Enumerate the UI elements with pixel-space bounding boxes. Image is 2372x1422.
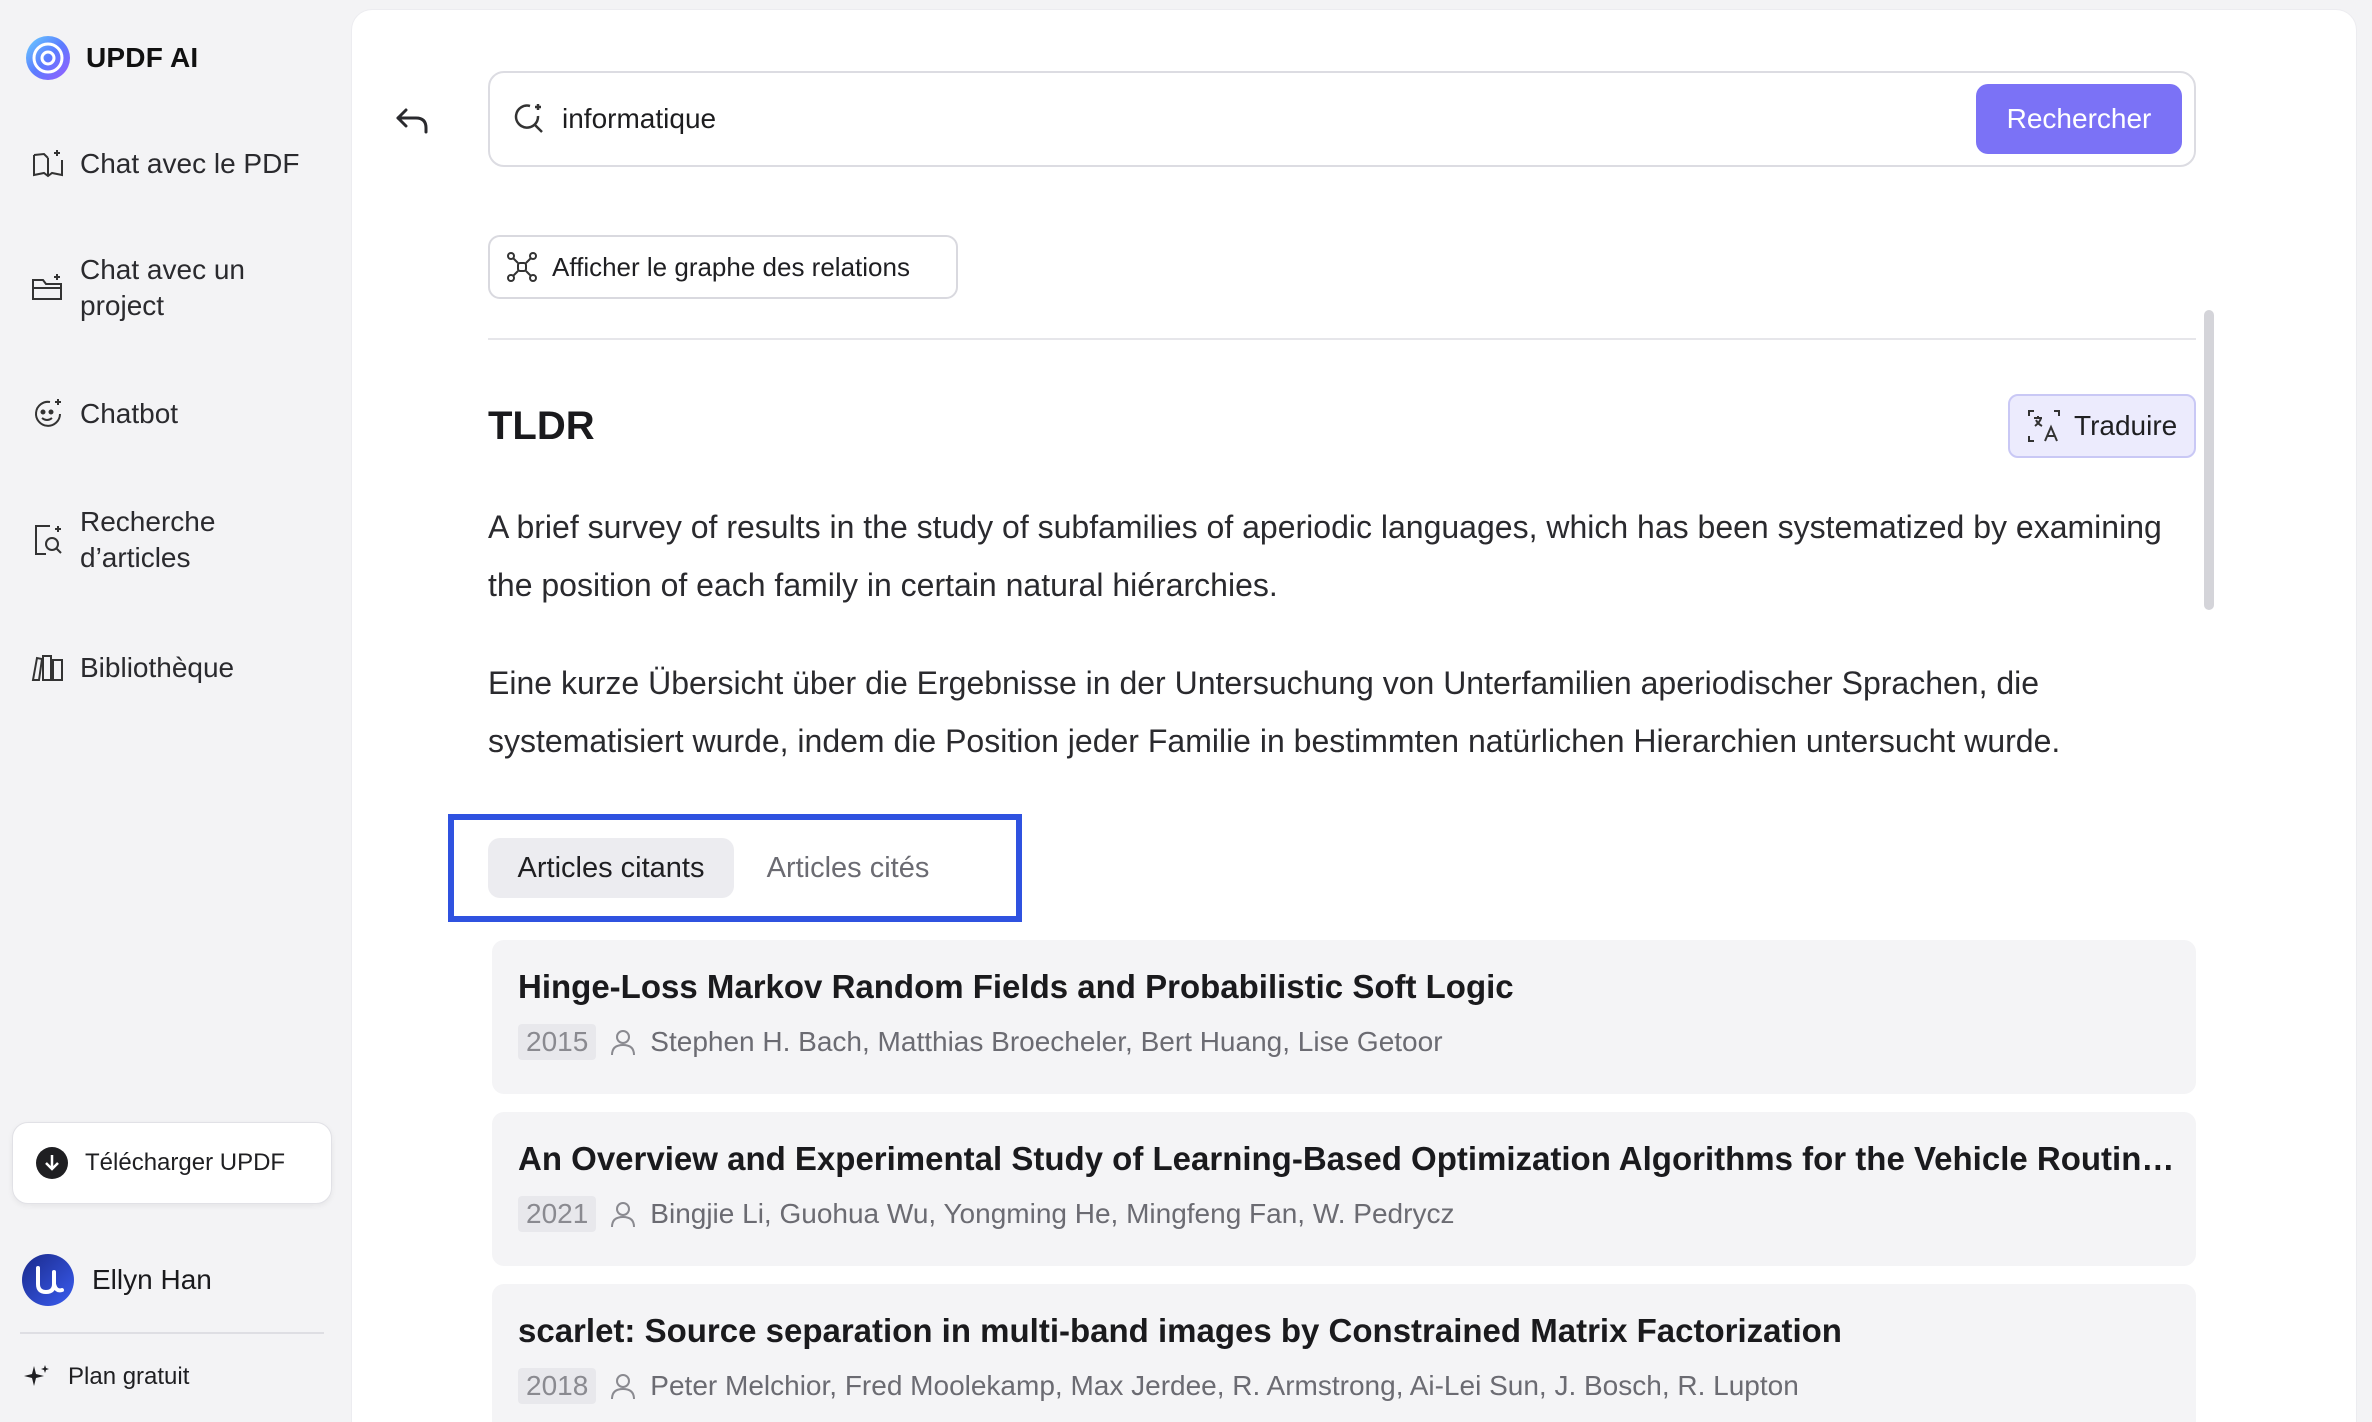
sidebar-item-label: Recherche d’articles [80,506,216,573]
sidebar-item-label: Chat avec un project [80,254,245,321]
download-icon [36,1147,68,1179]
bot-face-icon [35,399,61,427]
article-title: Hinge-Loss Markov Random Fields and Prob… [518,968,1514,1005]
sidebar-item-label: Chat avec le PDF [80,148,300,179]
article-year: 2018 [518,1368,597,1404]
brand-name: UPDF AI [86,42,199,73]
plan-indicator[interactable]: Plan gratuit [22,1362,189,1392]
article-authors: Bingjie Li, Guohua Wu, Yongming He, Ming… [650,1198,1455,1229]
article-meta: 2021 Bingjie Li, Guohua Wu, Yongming He,… [518,1196,1454,1232]
translate-button[interactable]: Traduire [2008,394,2196,458]
search-bar: Rechercher [488,71,2196,167]
graph-button-label: Afficher le graphe des relations [552,251,910,282]
sidebar: UPDF AI Chat avec le PDF Chat avec un pr… [0,0,348,1422]
article-meta: 2018 Peter Melchior, Fred Moolekamp, Max… [518,1368,1799,1404]
scrollbar-thumb[interactable] [2204,310,2214,610]
document-search-icon [35,525,62,555]
back-arrow-icon[interactable] [392,102,434,144]
avatar [22,1254,74,1306]
sidebar-item-label: Chatbot [80,398,179,429]
sidebar-item-label: Bibliothèque [80,652,235,683]
folder-sparkle-icon [32,274,62,300]
tab-citing-articles[interactable]: Articles citants [488,838,734,898]
translate-label: Traduire [2074,410,2178,441]
main-panel: Rechercher Afficher le graphe des relati… [352,10,2356,1422]
tldr-summary-en: A brief survey of results in the study o… [488,509,2162,603]
person-icon [611,1030,636,1056]
updf-ai-logo-icon [26,36,70,80]
search-input[interactable] [562,103,1976,135]
sidebar-item-library[interactable]: Bibliothèque [30,650,234,686]
article-title: scarlet: Source separation in multi-band… [518,1312,1842,1349]
sidebar-item-chat-project[interactable]: Chat avec un project [30,252,245,324]
sidebar-item-chat-pdf[interactable]: Chat avec le PDF [30,146,299,182]
translate-icon [2028,410,2060,442]
search-sparkle-icon [514,104,543,133]
article-card[interactable]: Hinge-Loss Markov Random Fields and Prob… [492,940,2196,1094]
user-profile[interactable]: Ellyn Han [22,1254,212,1306]
person-icon [611,1374,636,1400]
user-name: Ellyn Han [92,1264,212,1295]
show-relations-graph-button[interactable]: Afficher le graphe des relations [488,235,958,299]
article-card[interactable]: scarlet: Source separation in multi-band… [492,1284,2196,1422]
sidebar-item-chatbot[interactable]: Chatbot [30,396,178,432]
article-card[interactable]: An Overview and Experimental Study of Le… [492,1112,2196,1266]
sidebar-item-article-search[interactable]: Recherche d’articles [30,504,215,576]
brand[interactable]: UPDF AI [24,34,198,82]
download-label: Télécharger UPDF [85,1149,286,1176]
tldr-summary-translated: Eine kurze Übersicht über die Ergebnisse… [488,665,2061,759]
article-year: 2015 [518,1024,597,1060]
tldr-heading: TLDR [488,404,595,448]
person-icon [611,1202,636,1228]
section-divider [488,338,2196,340]
tab-cited-articles[interactable]: Articles cités [748,838,948,898]
sparkle-icon [24,1365,49,1386]
library-icon [31,655,63,681]
book-sparkle-icon [33,150,63,178]
sidebar-divider [20,1332,324,1334]
article-meta: 2015 Stephen H. Bach, Matthias Broechele… [518,1024,1443,1060]
plan-label: Plan gratuit [68,1363,190,1390]
search-button[interactable]: Rechercher [1976,84,2182,154]
graph-nodes-icon [507,252,537,282]
article-year: 2021 [518,1196,597,1232]
article-authors: Stephen H. Bach, Matthias Broecheler, Be… [650,1026,1443,1057]
article-authors: Peter Melchior, Fred Moolekamp, Max Jerd… [650,1370,1799,1401]
download-updf-button[interactable]: Télécharger UPDF [12,1122,332,1204]
article-title: An Overview and Experimental Study of Le… [518,1140,2178,1177]
